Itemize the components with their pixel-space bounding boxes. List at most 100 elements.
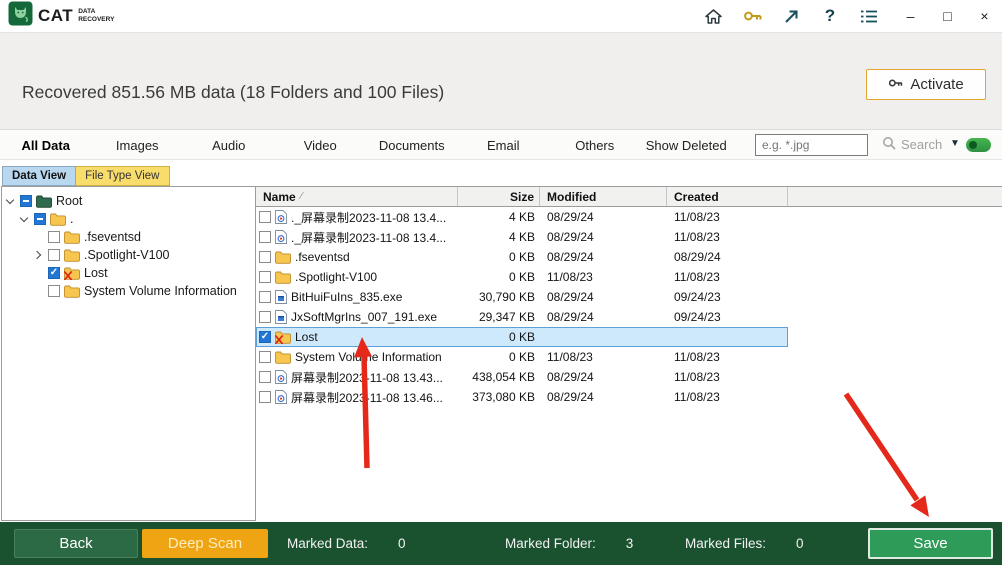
file-name: Lost bbox=[295, 330, 318, 344]
row-checkbox-unchecked[interactable] bbox=[259, 351, 271, 363]
tab-file-type-view[interactable]: File Type View bbox=[76, 166, 169, 186]
cell-name: JxSoftMgrIns_007_191.exe bbox=[256, 310, 458, 324]
media-file-icon bbox=[275, 210, 287, 224]
cat-logo-icon bbox=[8, 1, 33, 31]
tree-checkbox-partial[interactable] bbox=[34, 213, 46, 225]
save-button[interactable]: Save bbox=[868, 528, 993, 559]
file-created: 08/29/24 bbox=[667, 250, 788, 264]
tree-checkbox-unchecked[interactable] bbox=[48, 231, 60, 243]
file-created: 11/08/23 bbox=[667, 390, 788, 404]
tab-video[interactable]: Video bbox=[275, 138, 367, 153]
column-name-label: Name bbox=[263, 190, 296, 204]
table-row[interactable]: 屏幕录制2023-11-08 13.43...438,054 KB08/29/2… bbox=[256, 367, 788, 387]
table-row-selected[interactable]: Lost0 KB bbox=[256, 327, 788, 347]
filter-toggle-icon[interactable] bbox=[966, 138, 991, 152]
media-file-icon bbox=[275, 370, 287, 384]
row-checkbox-unchecked[interactable] bbox=[259, 371, 271, 383]
tab-others[interactable]: Others bbox=[549, 138, 641, 153]
share-arrow-icon[interactable] bbox=[781, 6, 801, 26]
table-row[interactable]: 屏幕录制2023-11-08 13.46...373,080 KB08/29/2… bbox=[256, 387, 788, 407]
tab-images[interactable]: Images bbox=[92, 138, 184, 153]
table-row[interactable]: ._屏幕录制2023-11-08 13.4...4 KB08/29/2411/0… bbox=[256, 227, 788, 247]
recovered-summary: Recovered 851.56 MB data (18 Folders and… bbox=[22, 82, 444, 103]
folder-icon bbox=[275, 271, 291, 284]
tree-item-label: . bbox=[70, 212, 73, 226]
back-button[interactable]: Back bbox=[14, 529, 138, 558]
file-size: 0 KB bbox=[458, 350, 540, 364]
activate-key-icon bbox=[888, 76, 903, 93]
tree-item[interactable]: . bbox=[2, 210, 255, 228]
row-checkbox-unchecked[interactable] bbox=[259, 271, 271, 283]
cell-name: Lost bbox=[256, 330, 458, 344]
table-row[interactable]: .Spotlight-V1000 KB11/08/2311/08/23 bbox=[256, 267, 788, 287]
expander-placeholder bbox=[32, 267, 44, 279]
tab-email[interactable]: Email bbox=[458, 138, 550, 153]
minimize-button[interactable]: – bbox=[903, 8, 918, 24]
table-row[interactable]: System Volume Information0 KB11/08/2311/… bbox=[256, 347, 788, 367]
table-row[interactable]: ._屏幕录制2023-11-08 13.4...4 KB08/29/2411/0… bbox=[256, 207, 788, 227]
key-icon[interactable] bbox=[742, 6, 762, 26]
app-window: CAT DATA RECOVERY ? – □ × Recovered 851.… bbox=[0, 0, 1002, 573]
column-header-name[interactable]: Name ∕ bbox=[256, 187, 458, 206]
tree-item[interactable]: Lost bbox=[2, 264, 255, 282]
tab-show-deleted[interactable]: Show Deleted bbox=[641, 138, 733, 153]
row-checkbox-unchecked[interactable] bbox=[259, 251, 271, 263]
tree-checkbox-partial[interactable] bbox=[20, 195, 32, 207]
folder-deleted-icon bbox=[64, 267, 80, 280]
row-checkbox-unchecked[interactable] bbox=[259, 311, 271, 323]
row-checkbox-unchecked[interactable] bbox=[259, 231, 271, 243]
close-button[interactable]: × bbox=[977, 8, 992, 24]
tree-checkbox-unchecked[interactable] bbox=[48, 249, 60, 261]
column-header-modified[interactable]: Modified bbox=[540, 187, 667, 206]
tree-item-label: Lost bbox=[84, 266, 108, 280]
tab-audio[interactable]: Audio bbox=[183, 138, 275, 153]
home-icon[interactable] bbox=[703, 6, 723, 26]
folder-deleted-icon bbox=[275, 331, 291, 344]
marked-folder-stat: Marked Folder: 3 bbox=[505, 522, 633, 565]
row-checkbox-unchecked[interactable] bbox=[259, 291, 271, 303]
titlebar-actions: ? – □ × bbox=[703, 6, 992, 26]
folder-tree: Root. .fseventsd .Spotlight-V100 Lost System… bbox=[2, 187, 255, 300]
column-header-created[interactable]: Created bbox=[667, 187, 788, 206]
row-checkbox-unchecked[interactable] bbox=[259, 391, 271, 403]
tree-item[interactable]: .fseventsd bbox=[2, 228, 255, 246]
expander-placeholder bbox=[32, 231, 44, 243]
tab-all-data[interactable]: All Data bbox=[0, 138, 92, 153]
tree-checkbox-checked[interactable] bbox=[48, 267, 60, 279]
table-row[interactable]: BitHuiFuIns_835.exe30,790 KB08/29/2409/2… bbox=[256, 287, 788, 307]
chevron-right-icon[interactable] bbox=[32, 249, 44, 261]
summary-header: Recovered 851.56 MB data (18 Folders and… bbox=[0, 33, 1002, 130]
table-row[interactable]: .fseventsd0 KB08/29/2408/29/24 bbox=[256, 247, 788, 267]
search-input[interactable] bbox=[755, 134, 868, 156]
row-checkbox-unchecked[interactable] bbox=[259, 211, 271, 223]
logo-text-recovery: RECOVERY bbox=[78, 16, 114, 24]
file-size: 0 KB bbox=[458, 250, 540, 264]
file-created: 11/08/23 bbox=[667, 350, 788, 364]
tree-checkbox-unchecked[interactable] bbox=[48, 285, 60, 297]
tree-item-label: .fseventsd bbox=[84, 230, 141, 244]
file-name: JxSoftMgrIns_007_191.exe bbox=[291, 310, 437, 324]
file-created: 11/08/23 bbox=[667, 230, 788, 244]
tab-documents[interactable]: Documents bbox=[366, 138, 458, 153]
tab-data-view[interactable]: Data View bbox=[2, 166, 76, 186]
menu-icon[interactable] bbox=[859, 6, 879, 26]
maximize-button[interactable]: □ bbox=[940, 8, 955, 24]
help-icon[interactable]: ? bbox=[820, 6, 840, 26]
file-modified: 08/29/24 bbox=[540, 370, 667, 384]
chevron-down-icon[interactable] bbox=[4, 195, 16, 207]
row-checkbox-checked[interactable] bbox=[259, 331, 271, 343]
tree-item[interactable]: .Spotlight-V100 bbox=[2, 246, 255, 264]
deep-scan-button[interactable]: Deep Scan bbox=[142, 529, 268, 558]
file-modified: 08/29/24 bbox=[540, 250, 667, 264]
chevron-down-icon[interactable] bbox=[18, 213, 30, 225]
column-header-size[interactable]: Size bbox=[458, 187, 540, 206]
tree-item[interactable]: Root bbox=[2, 192, 255, 210]
window-controls: – □ × bbox=[903, 8, 992, 24]
table-row[interactable]: JxSoftMgrIns_007_191.exe29,347 KB08/29/2… bbox=[256, 307, 788, 327]
dropdown-caret-icon[interactable]: ▼ bbox=[950, 139, 960, 149]
search-group[interactable]: Search bbox=[882, 136, 942, 153]
activate-button[interactable]: Activate bbox=[866, 69, 986, 100]
folder-icon bbox=[64, 285, 80, 298]
search-label: Search bbox=[901, 137, 942, 152]
tree-item[interactable]: System Volume Information bbox=[2, 282, 255, 300]
